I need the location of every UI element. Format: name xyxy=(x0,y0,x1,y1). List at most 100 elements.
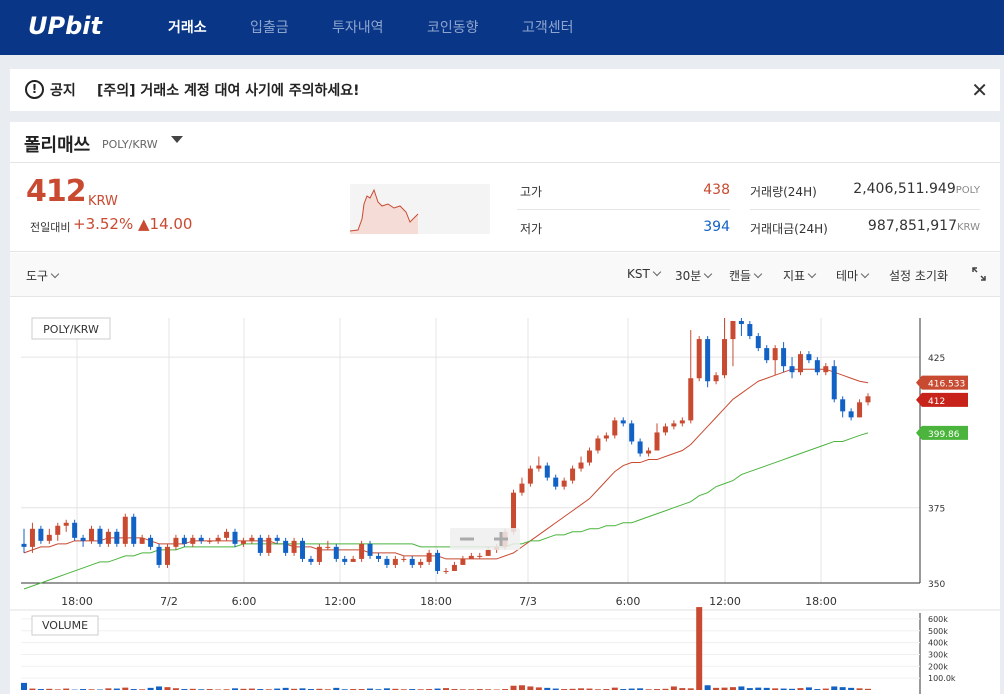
candle-body xyxy=(679,420,685,424)
candlestick-chart[interactable]: 18:00 7/2 6:00 12:00 18:00 7/3 6:00 12:00 18:00 3… xyxy=(10,298,1000,694)
timezone-dropdown[interactable]: KST xyxy=(627,267,662,281)
theme-dropdown[interactable]: 테마 xyxy=(836,267,870,284)
x-tick-label: 6:00 xyxy=(232,595,257,608)
volume-bar xyxy=(620,689,627,690)
volume-tick-label: 200k xyxy=(928,662,948,671)
volume-bar xyxy=(240,688,247,690)
volume-bar xyxy=(611,687,618,690)
candle-body xyxy=(131,516,137,544)
candle-body xyxy=(738,321,744,325)
candle-body xyxy=(283,540,289,553)
volume-bar xyxy=(763,687,770,690)
candle-body xyxy=(705,339,711,382)
volume-value: 2,406,511.949POLY xyxy=(830,181,980,197)
volume-bar xyxy=(839,687,846,690)
volume-bar xyxy=(518,685,525,690)
candle-body xyxy=(755,336,761,349)
candle-body xyxy=(688,378,694,421)
volume-bar xyxy=(88,689,95,690)
candle-body xyxy=(215,537,221,541)
volume-bar xyxy=(350,689,357,690)
volume-bar xyxy=(291,688,298,690)
volume-bar xyxy=(704,685,711,690)
trade-amount-label: 거래대금(24H) xyxy=(750,222,828,236)
volume-bar xyxy=(805,687,812,690)
candle-body xyxy=(696,339,702,379)
volume-bar xyxy=(654,689,660,690)
upbit-logo[interactable]: UPbit xyxy=(28,12,102,40)
nav-investments[interactable]: 투자내역 xyxy=(332,17,384,37)
trade-amount-number: 987,851,917 xyxy=(867,218,957,234)
candle-body xyxy=(435,552,441,571)
tools-dropdown[interactable]: 도구 xyxy=(26,267,60,284)
candle-body xyxy=(519,483,525,493)
x-tick-label: 7/2 xyxy=(160,595,178,608)
volume-bar xyxy=(670,686,677,690)
candle-body xyxy=(29,528,35,547)
close-icon[interactable]: ✕ xyxy=(971,78,988,102)
candle-body xyxy=(637,441,643,454)
volume-bar xyxy=(122,687,129,690)
timezone-label: KST xyxy=(627,267,650,281)
y-tick-label: 350 xyxy=(928,580,945,590)
stat-divider xyxy=(517,209,730,210)
price-chart-area[interactable]: 18:00 7/2 6:00 12:00 18:00 7/3 6:00 12:00 18:00 3… xyxy=(10,298,1000,694)
candle-body xyxy=(38,528,44,541)
interval-dropdown[interactable]: 30분 xyxy=(675,267,713,284)
candle-body xyxy=(865,396,871,403)
candle-body xyxy=(89,528,95,541)
nav-deposit-withdraw[interactable]: 입출금 xyxy=(250,17,289,37)
candle-body xyxy=(713,375,719,382)
candle-body xyxy=(308,558,314,562)
interval-label: 30분 xyxy=(675,269,702,283)
volume-bar xyxy=(367,688,374,690)
volume-bar xyxy=(206,689,213,690)
candle-body xyxy=(797,354,803,373)
chart-style-dropdown[interactable]: 캔들 xyxy=(729,267,763,284)
notice-text[interactable]: [주의] 거래소 계정 대여 사기에 주의하세요! xyxy=(97,80,360,100)
volume-bar xyxy=(831,686,838,690)
candle-body xyxy=(595,438,601,451)
volume-bar xyxy=(130,689,137,690)
volume-bar xyxy=(113,688,120,690)
volume-bar xyxy=(865,688,871,690)
expand-icon[interactable] xyxy=(972,267,986,281)
volume-number: 2,406,511.949 xyxy=(853,181,956,197)
volume-bar xyxy=(645,689,652,690)
candle-body xyxy=(342,558,348,562)
candle-body xyxy=(257,537,263,553)
volume-bar xyxy=(679,688,686,690)
x-tick-label: 18:00 xyxy=(61,595,93,608)
chevron-down-icon xyxy=(753,269,763,279)
volume-bar xyxy=(54,689,61,690)
volume-bar xyxy=(417,689,424,690)
reset-settings-button[interactable]: 설정 초기화 xyxy=(889,267,948,284)
candle-body xyxy=(401,558,407,560)
chevron-down-icon[interactable] xyxy=(171,136,183,143)
candle-body xyxy=(409,558,415,565)
volume-bar xyxy=(443,688,449,690)
candle-body xyxy=(646,450,652,454)
high-value: 438 xyxy=(703,182,730,198)
nav-coin-trends[interactable]: 코인동향 xyxy=(427,17,479,37)
volume-bar xyxy=(687,688,694,690)
volume-bar xyxy=(502,689,509,690)
nav-exchange[interactable]: 거래소 xyxy=(168,17,207,37)
candle-body xyxy=(316,546,322,562)
candle-body xyxy=(468,555,474,559)
x-tick-label: 18:00 xyxy=(805,595,837,608)
indicator-dropdown[interactable]: 지표 xyxy=(783,267,817,284)
candle-body xyxy=(46,534,52,541)
candle-body xyxy=(240,540,246,544)
volume-bar xyxy=(510,685,517,690)
nav-customer-center[interactable]: 고객센터 xyxy=(522,17,574,37)
candle-body xyxy=(359,543,365,559)
top-navbar: UPbit 거래소 입출금 투자내역 코인동향 고객센터 xyxy=(0,0,1004,55)
y-tick-label: 375 xyxy=(928,505,945,515)
candle-body xyxy=(164,546,170,565)
volume-bar xyxy=(772,688,779,690)
chevron-down-icon xyxy=(807,269,817,279)
candle-body xyxy=(764,348,770,361)
candle-body xyxy=(139,537,145,544)
candle-body xyxy=(333,546,339,559)
